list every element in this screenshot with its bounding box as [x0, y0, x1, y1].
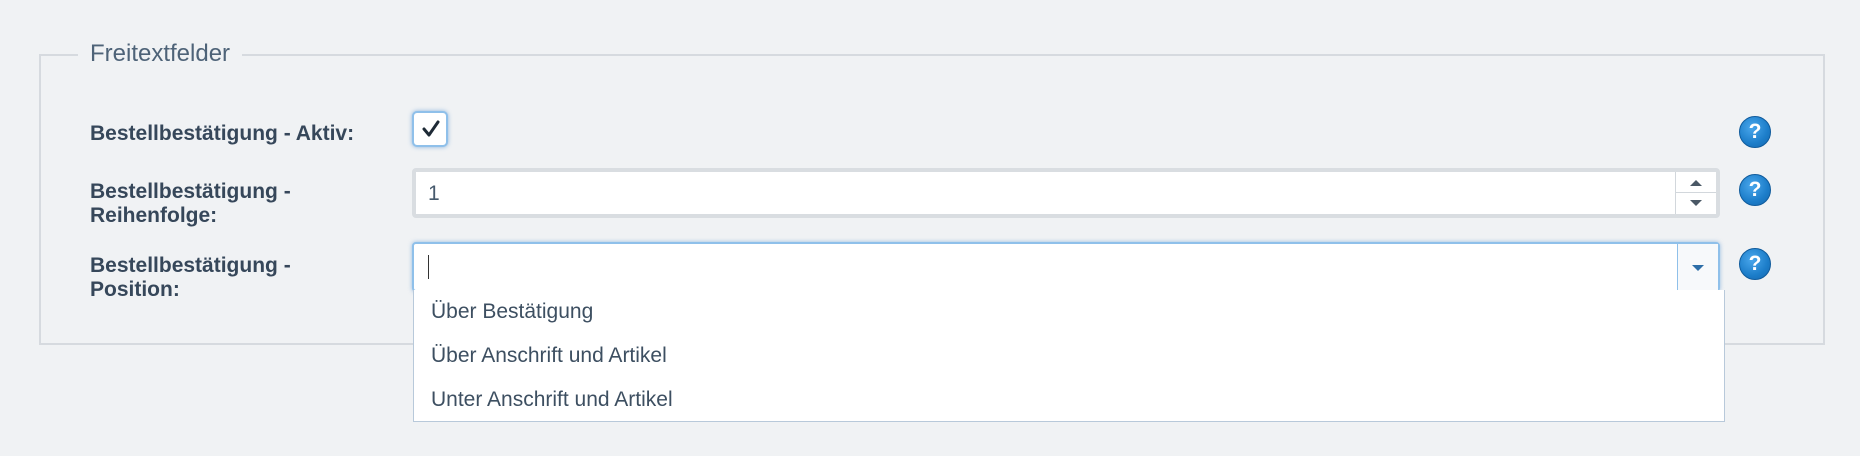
fieldset-legend: Freitextfelder — [78, 40, 243, 68]
position-options-list: Über Bestätigung Über Anschrift und Arti… — [413, 290, 1725, 422]
help-icon-order[interactable]: ? — [1739, 174, 1771, 206]
order-spinner — [1675, 172, 1716, 214]
order-label: Bestellbestätigung - Reihenfolge: — [90, 180, 291, 228]
active-label: Bestellbestätigung - Aktiv: — [90, 122, 355, 145]
order-value: 1 — [428, 182, 440, 205]
help-icon-position[interactable]: ? — [1739, 248, 1771, 280]
position-label: Bestellbestätigung - Position: — [90, 254, 291, 302]
arrow-down-icon — [1690, 200, 1702, 206]
text-caret — [428, 255, 429, 279]
dropdown-trigger-button[interactable] — [1677, 244, 1718, 290]
chevron-down-icon — [1692, 265, 1704, 271]
active-checkbox[interactable] — [412, 111, 448, 147]
position-combobox[interactable] — [412, 242, 1720, 292]
position-label-line1: Bestellbestätigung - — [90, 254, 291, 277]
checkmark-icon — [422, 120, 440, 137]
spin-down-button[interactable] — [1676, 193, 1716, 214]
order-number-input[interactable]: 1 — [412, 168, 1720, 218]
order-label-line2: Reihenfolge: — [90, 204, 218, 227]
option-ueber-bestaetigung[interactable]: Über Bestätigung — [431, 300, 593, 324]
spin-up-button[interactable] — [1676, 172, 1716, 193]
arrow-up-icon — [1690, 180, 1702, 186]
order-label-line1: Bestellbestätigung - — [90, 180, 291, 203]
option-ueber-anschrift-und-artikel[interactable]: Über Anschrift und Artikel — [431, 344, 667, 368]
position-label-line2: Position: — [90, 278, 180, 301]
help-icon-active[interactable]: ? — [1739, 116, 1771, 148]
option-unter-anschrift-und-artikel[interactable]: Unter Anschrift und Artikel — [431, 388, 673, 412]
